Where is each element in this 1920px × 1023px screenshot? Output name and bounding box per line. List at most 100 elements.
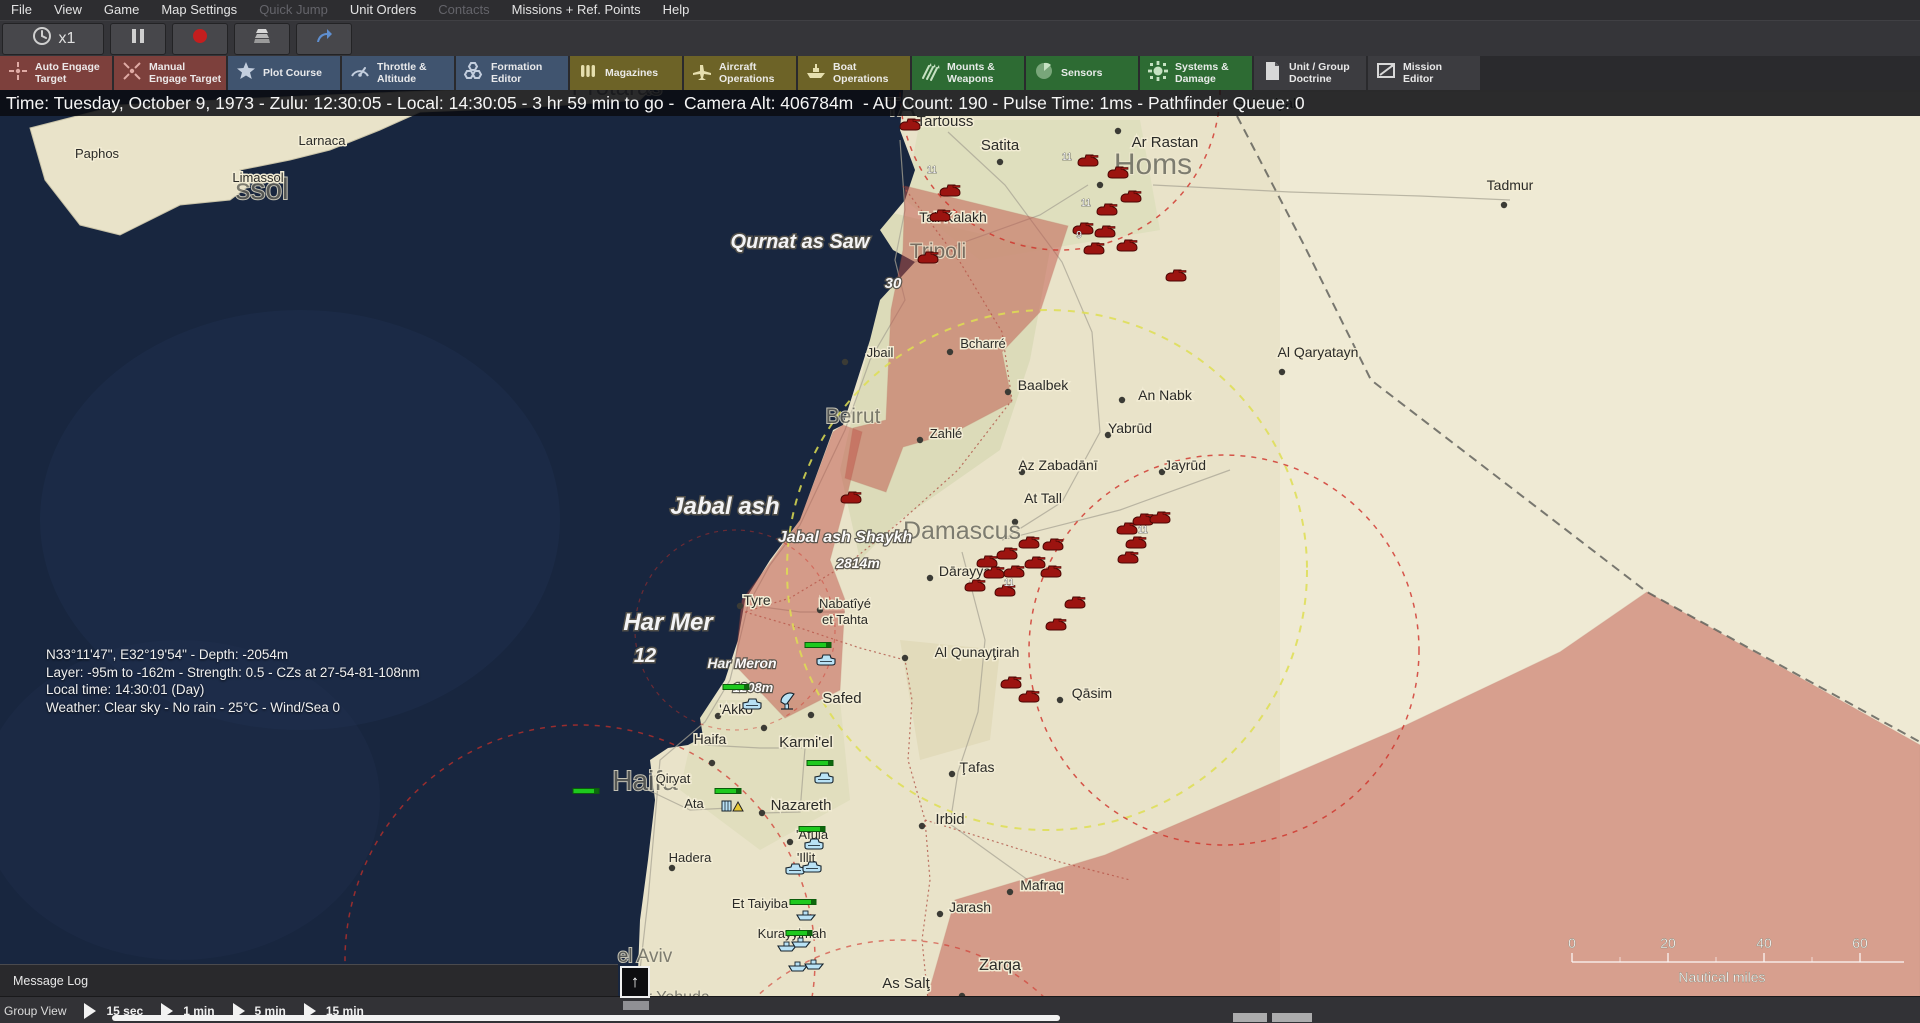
mounts-weapons-button[interactable]: Mounts &Weapons	[912, 56, 1024, 90]
scale-tick-label: 0	[1568, 935, 1576, 951]
unit-count-badge: 9	[1076, 230, 1082, 241]
unit-status-bar[interactable]	[805, 643, 831, 648]
unit-status-bar[interactable]	[807, 761, 833, 766]
action-button-label: Sensors	[1061, 67, 1102, 79]
city-dot	[949, 771, 955, 777]
ammo-icon	[577, 60, 599, 87]
unit-group-doctrine-button[interactable]: Unit / GroupDoctrine	[1254, 56, 1366, 90]
quick-jump-button[interactable]	[296, 23, 352, 55]
stack-icon	[251, 25, 273, 52]
message-log-bar[interactable]: Message Log	[0, 964, 618, 997]
mission-editor-button[interactable]: MissionEditor	[1368, 56, 1480, 90]
city-dot	[1119, 397, 1125, 403]
action-button-label: FormationEditor	[491, 61, 542, 85]
info-weather: Weather: Clear sky - No rain - 25°C - Wi…	[46, 699, 420, 717]
unit-count-badge: 11	[927, 165, 938, 176]
manual-engage-target-button[interactable]: ManualEngage Target	[114, 56, 226, 90]
city-dot	[927, 575, 933, 581]
info-coordinates: N33°11'47", E32°19'54" - Depth: -2054m	[46, 646, 420, 664]
throttle-altitude-button[interactable]: Throttle &Altitude	[342, 56, 454, 90]
menu-bar: FileViewGameMap SettingsQuick JumpUnit O…	[0, 0, 1920, 20]
unit-status-bar[interactable]	[723, 685, 749, 690]
menu-item-unit-orders[interactable]: Unit Orders	[339, 0, 427, 20]
scale-tick-label: 40	[1756, 935, 1772, 951]
time-compression-button[interactable]: x1	[2, 23, 104, 55]
map-label-ter: Har Meron	[707, 655, 776, 671]
cross-auto-icon	[7, 60, 29, 87]
unit-status-bar[interactable]	[715, 789, 741, 794]
city-dot	[1097, 182, 1103, 188]
map-label-city: Paphos	[75, 146, 120, 161]
city-dot	[737, 603, 743, 609]
boat-operations-button[interactable]: BoatOperations	[798, 56, 910, 90]
map-label-city: Haifa	[694, 731, 727, 747]
action-button-label: Plot Course	[263, 67, 322, 79]
group-view-label[interactable]: Group View	[0, 1004, 80, 1018]
info-local-time: Local time: 14:30:01 (Day)	[46, 681, 420, 699]
city-dot	[787, 839, 793, 845]
action-button-label: Systems &Damage	[1175, 61, 1229, 85]
menu-item-view[interactable]: View	[43, 0, 93, 20]
message-log-expand-button[interactable]: ↑	[620, 966, 650, 998]
unit-status-bar[interactable]	[786, 931, 812, 936]
menu-item-missions-ref-points[interactable]: Missions + Ref. Points	[501, 0, 652, 20]
map-label-city: Al Qaryatayn	[1278, 344, 1359, 360]
time-compression-value: x1	[59, 30, 76, 48]
gear-icon	[1147, 60, 1169, 87]
message-log-title: Message Log	[0, 974, 88, 988]
menu-item-contacts: Contacts	[427, 0, 500, 20]
formation-editor-button[interactable]: FormationEditor	[456, 56, 568, 90]
auto-engage-target-button[interactable]: Auto EngageTarget	[0, 56, 112, 90]
sensors-button[interactable]: Sensors	[1026, 56, 1138, 90]
map-label-ter: Jabal ash Shaykh	[778, 529, 913, 546]
unit-status-bar[interactable]	[573, 789, 599, 794]
action-button-label: ManualEngage Target	[149, 61, 221, 85]
message-log-resize-handle[interactable]	[623, 1001, 649, 1010]
map-label-terbig: Har Mer	[623, 609, 714, 636]
plane-icon	[691, 60, 713, 87]
scale-tick-label: 20	[1660, 935, 1676, 951]
mission-icon	[1375, 60, 1397, 87]
recorder-button[interactable]	[234, 23, 290, 55]
star-icon	[235, 60, 257, 87]
map-label-city: Tyre	[743, 592, 770, 608]
unit-count-badge: 11	[1081, 198, 1092, 209]
map-label-big: el Aviv	[618, 946, 673, 967]
record-button[interactable]	[172, 23, 228, 55]
up-arrow-icon: ↑	[631, 972, 640, 992]
unit-status-bar[interactable]	[799, 827, 825, 832]
menu-item-map-settings[interactable]: Map Settings	[150, 0, 248, 20]
sim-control-toolbar: x1	[0, 20, 1920, 56]
city-dot	[1007, 889, 1013, 895]
city-dot	[1501, 202, 1507, 208]
pause-button[interactable]	[110, 23, 166, 55]
systems-damage-button[interactable]: Systems &Damage	[1140, 56, 1252, 90]
map-label-city: Tadmur	[1487, 177, 1534, 193]
map-label-city: Bcharré	[960, 336, 1006, 351]
horizontal-scrollbar-thumb[interactable]	[112, 1015, 1060, 1021]
map-label-city: Mafraq	[1020, 877, 1064, 893]
aircraft-operations-button[interactable]: AircraftOperations	[684, 56, 796, 90]
unit-status-bar[interactable]	[790, 900, 816, 905]
map-label-city: As Salţ	[882, 975, 930, 992]
city-dot	[947, 349, 953, 355]
menu-item-quick-jump: Quick Jump	[248, 0, 339, 20]
menu-item-game[interactable]: Game	[93, 0, 150, 20]
step-arrow-icon[interactable]	[84, 1003, 96, 1019]
map-label-city: Safed	[822, 690, 861, 707]
map-label-terbig: 12	[634, 645, 656, 667]
action-button-label: Mounts &Weapons	[947, 61, 995, 85]
missiles-icon	[919, 60, 941, 87]
menu-item-file[interactable]: File	[0, 0, 43, 20]
map-label-city: Al Qunayţirah	[935, 644, 1020, 660]
action-button-toolbar: Auto EngageTarget ManualEngage Target Plot…	[0, 56, 1920, 90]
magazines-button[interactable]: Magazines	[570, 56, 682, 90]
plot-course-button[interactable]: Plot Course	[228, 56, 340, 90]
action-button-label: Magazines	[605, 67, 658, 79]
tactical-map[interactable]: PaphosLimassolssolLarnacaProtarasTATarto…	[0, 0, 1920, 1023]
menu-item-help[interactable]: Help	[652, 0, 701, 20]
map-label-city: Larnaca	[299, 133, 347, 148]
city-dot	[761, 725, 767, 731]
map-label-city: Baalbek	[1018, 377, 1070, 393]
map-label-city: Az Zabadānī	[1018, 457, 1097, 473]
